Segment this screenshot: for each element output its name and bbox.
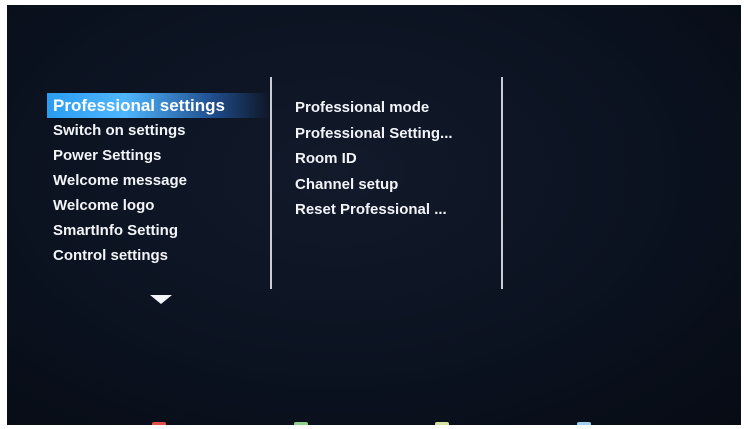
tv-screen: Professional settings Switch on settings… xyxy=(7,5,741,425)
menu-item-smartinfo-setting[interactable]: SmartInfo Setting xyxy=(47,218,269,243)
menu-item-control-settings[interactable]: Control settings xyxy=(47,243,269,268)
red-key-icon xyxy=(152,422,166,425)
sub-item-reset-professional[interactable]: Reset Professional ... xyxy=(290,197,495,223)
column-divider xyxy=(270,77,272,289)
menu-item-power-settings[interactable]: Power Settings xyxy=(47,143,269,168)
menu-item-professional-settings[interactable]: Professional settings xyxy=(47,93,269,118)
yellow-key-icon xyxy=(435,422,449,425)
blue-key-icon xyxy=(577,422,591,425)
menu-item-welcome-message[interactable]: Welcome message xyxy=(47,168,269,193)
column-divider xyxy=(501,77,503,289)
menu-item-switch-on-settings[interactable]: Switch on settings xyxy=(47,118,269,143)
sub-item-professional-setting[interactable]: Professional Setting... xyxy=(290,121,495,147)
sub-menu: Professional mode Professional Setting..… xyxy=(290,95,495,223)
sub-item-professional-mode[interactable]: Professional mode xyxy=(290,95,495,121)
chevron-down-icon[interactable] xyxy=(150,295,172,304)
menu-item-welcome-logo[interactable]: Welcome logo xyxy=(47,193,269,218)
green-key-icon xyxy=(294,422,308,425)
sub-item-room-id[interactable]: Room ID xyxy=(290,146,495,172)
main-menu: Professional settings Switch on settings… xyxy=(47,93,269,268)
sub-item-channel-setup[interactable]: Channel setup xyxy=(290,172,495,198)
